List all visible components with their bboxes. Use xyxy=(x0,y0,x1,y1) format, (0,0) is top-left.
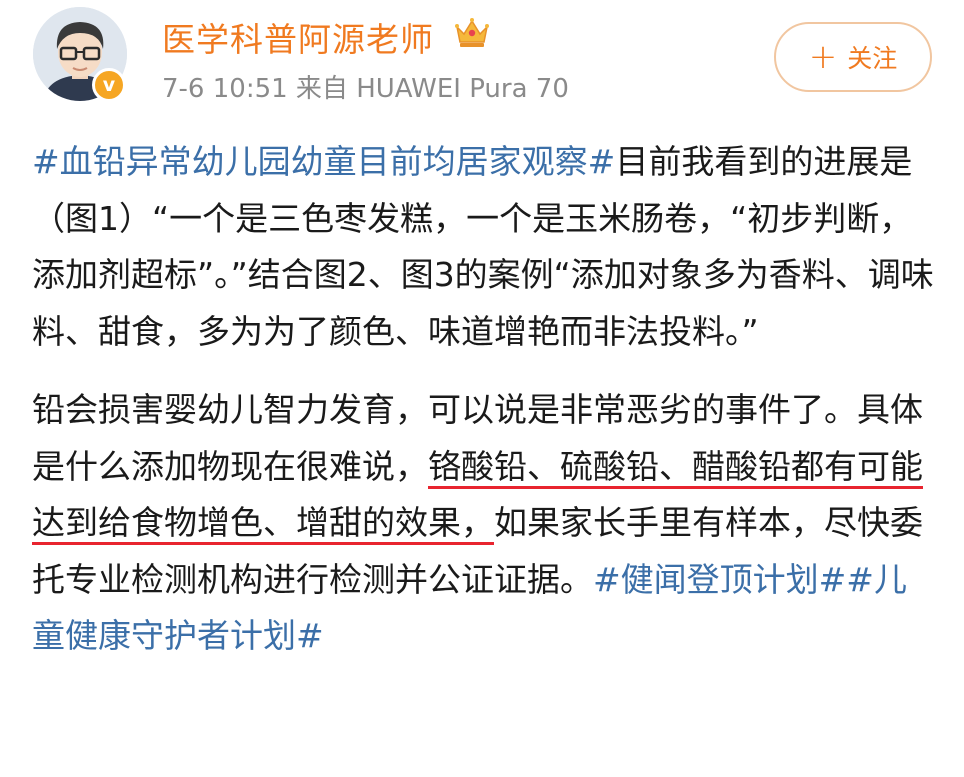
post-paragraph-2: 铅会损害婴幼儿智力发育，可以说是非常恶劣的事件了。具体是什么添加物现在很难说，铬… xyxy=(32,382,937,665)
plus-icon: + xyxy=(808,37,838,77)
crown-icon xyxy=(455,18,489,47)
follow-button[interactable]: + 关注 xyxy=(774,22,932,92)
follow-label: 关注 xyxy=(847,44,898,73)
username[interactable]: 医学科普阿源老师 xyxy=(162,13,434,61)
verified-badge-icon: v xyxy=(92,68,126,102)
post-paragraph-1: #血铅异常幼儿园幼童目前均居家观察#目前我看到的进展是（图1）“一个是三色枣发糕… xyxy=(32,134,937,360)
hashtag-link[interactable]: #血铅异常幼儿园幼童目前均居家观察# xyxy=(32,142,615,181)
post-meta: 7-6 10:51 来自 HUAWEI Pura 70 xyxy=(162,74,569,104)
post-content: #血铅异常幼儿园幼童目前均居家观察#目前我看到的进展是（图1）“一个是三色枣发糕… xyxy=(32,134,937,665)
